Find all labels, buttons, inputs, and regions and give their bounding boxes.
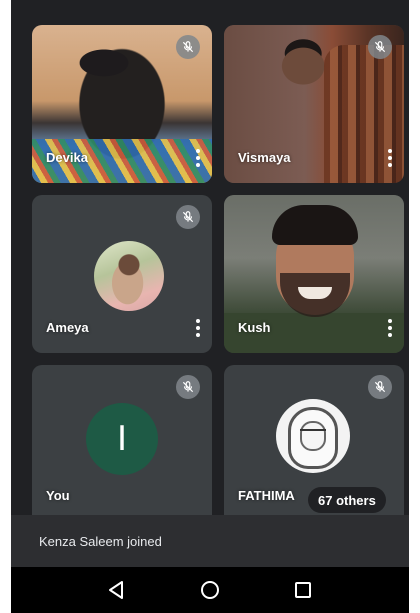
avatar — [276, 399, 350, 473]
more-vert-icon[interactable] — [194, 319, 202, 337]
mic-off-icon — [176, 35, 200, 59]
participant-name: Devika — [46, 150, 88, 165]
participant-name: Ameya — [46, 320, 89, 335]
more-vert-icon[interactable] — [194, 149, 202, 167]
participant-name: Kush — [238, 320, 271, 335]
home-circle-icon[interactable] — [190, 570, 230, 610]
participant-tile-devika[interactable]: Devika — [32, 25, 212, 183]
mic-off-icon — [368, 35, 392, 59]
participant-name: FATHIMA — [238, 488, 295, 503]
recents-square-icon[interactable] — [283, 570, 323, 610]
back-triangle-icon[interactable] — [97, 570, 137, 610]
participant-tile-kush[interactable]: Kush — [224, 195, 404, 353]
participant-tile-ameya[interactable]: Ameya — [32, 195, 212, 353]
join-notification: Kenza Saleem joined — [11, 515, 409, 567]
mic-off-icon — [176, 205, 200, 229]
participant-tile-vismaya[interactable]: Vismaya — [224, 25, 404, 183]
mic-off-icon — [368, 375, 392, 399]
system-nav-bar — [11, 567, 409, 613]
more-vert-icon[interactable] — [386, 149, 394, 167]
avatar — [94, 241, 164, 311]
participant-name: Vismaya — [238, 150, 291, 165]
meeting-screen: Devika Vismaya Ameya Kush I You FATHIMA … — [11, 0, 409, 613]
mic-off-icon — [176, 375, 200, 399]
participant-tile-self[interactable]: I You — [32, 365, 212, 515]
participant-name: You — [46, 488, 70, 503]
join-notification-text: Kenza Saleem joined — [39, 533, 162, 549]
initial-avatar: I — [86, 403, 158, 475]
more-vert-icon[interactable] — [386, 319, 394, 337]
others-count-chip[interactable]: 67 others — [308, 487, 386, 513]
